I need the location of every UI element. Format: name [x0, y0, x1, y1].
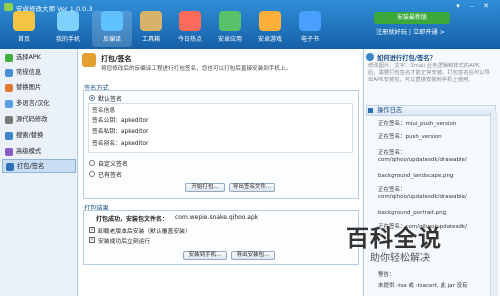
app-logo-icon [4, 3, 13, 11]
radio-existing-sign[interactable] [89, 171, 95, 177]
wrench-icon [101, 11, 123, 31]
start-pack-button[interactable]: 开始打包... [185, 183, 225, 192]
sidebar-item-label: 替换图片 [16, 84, 42, 91]
export-sign-file-button[interactable]: 导出签名文件... [229, 183, 275, 192]
help-title: 如何进行打包/签名？ [377, 55, 436, 62]
toolbar-my-phone[interactable]: 我的手机 [48, 11, 88, 47]
toolbar-android-apps[interactable]: 安卓应用 [210, 11, 250, 47]
question-icon [366, 53, 374, 61]
toolbar-label: 电子书 [300, 36, 319, 43]
install-to-phone-button[interactable]: 安装到手机... [183, 251, 227, 260]
info-icon [5, 69, 13, 77]
log-line: 正在签名：push_version [378, 134, 442, 140]
alias-text: 签名别名：apkeditor [92, 141, 149, 147]
advanced-icon [5, 148, 13, 156]
register-link[interactable]: 注册就好玩 | 立即开通 > [376, 27, 445, 36]
sidebar-item-select-apk[interactable]: 选择APK [2, 51, 76, 65]
existing-sign-label: 已有签名 [98, 172, 123, 179]
default-sign-label: 默认签名 [98, 96, 123, 103]
sidebar-item-label: 打包/签名 [17, 163, 45, 170]
sidebar-item-label: 选择APK [16, 54, 41, 61]
sidebar-item-search-replace[interactable]: 搜索/替换 [2, 129, 76, 143]
radio-custom-sign[interactable] [89, 160, 95, 166]
toolbar-label: 我的手机 [55, 36, 80, 43]
radio-default-sign[interactable] [89, 95, 95, 101]
uninstall-first-label: 卸载老版本后安装（默认覆盖安装） [98, 229, 191, 235]
install-latest-button[interactable]: 安装最新版 [374, 12, 450, 24]
toolbar-hot-today[interactable]: 今日热点 [170, 11, 210, 47]
export-apk-button[interactable]: 导出安装包... [231, 251, 275, 260]
watermark-subtitle: 助你轻松解决 [370, 253, 430, 264]
language-icon [5, 100, 13, 108]
pack-status-text: 打包成功，安装包文件名： [96, 216, 169, 223]
checkbox-uninstall-first[interactable]: ✓ [89, 227, 95, 233]
package-icon [6, 163, 14, 171]
toolbar-home[interactable]: 首页 [4, 11, 44, 47]
toolbar-ebooks[interactable]: 电子书 [290, 11, 330, 47]
sidebar-item-general-info[interactable]: 常规信息 [2, 66, 76, 80]
log-line: 正在签名：com/qihoo/updatesdk/drawable/ [378, 150, 467, 163]
page-title: 打包/签名 [101, 55, 132, 63]
sidebar-item-pack-sign[interactable]: 打包/签名 [2, 159, 76, 173]
toolbar-label: 今日热点 [177, 36, 202, 43]
public-key-text: 签名公钥：apkeditor [92, 118, 149, 124]
log-line: 未提供 -tsa 或 -tsacert, 此 jar 没有 [378, 283, 468, 289]
apk-filename: com.wepie.snake.qihoo.apk [175, 214, 259, 221]
sign-info-title: 签名信息 [92, 108, 116, 114]
package-icon [82, 53, 96, 67]
toolbox-icon [140, 11, 162, 31]
log-line: background_landscape.png [378, 173, 454, 179]
custom-sign-label: 自定义签名 [98, 161, 129, 168]
log-header: 操作日志 [366, 105, 496, 116]
close-icon[interactable]: ✕ [480, 2, 492, 10]
log-line: background_portrait.png [378, 210, 447, 216]
log-icon [368, 108, 373, 113]
log-scrollbar[interactable] [490, 111, 498, 296]
private-key-text: 签名私钥：apkeditor [92, 129, 149, 135]
toolbar-label: 安卓游戏 [257, 36, 282, 43]
sidebar-item-replace-images[interactable]: 替换图片 [2, 81, 76, 95]
log-line: 正在签名：miui_push_version [378, 121, 457, 127]
log-line: 正在签名：com/qihoo/updatesdk/drawable/ [378, 187, 467, 200]
toolbar-label: 安卓应用 [217, 36, 242, 43]
gamepad-icon [259, 11, 281, 31]
page-description: 将您修改后的反编译工程进行打包签名，您也可以打包后直接安装到手机上。 [101, 66, 292, 72]
phone-icon [57, 11, 79, 31]
sidebar-item-label: 多语言/汉化 [16, 100, 50, 107]
fire-icon [179, 11, 201, 31]
toolbar-decompile[interactable]: 反编译 [92, 11, 132, 47]
log-line: 警告： [378, 272, 395, 278]
sidebar-item-label: 高级模式 [16, 148, 42, 155]
sidebar-item-label: 搜索/替换 [16, 132, 44, 139]
toolbar-toolbox[interactable]: 工具箱 [131, 11, 171, 47]
book-icon [299, 11, 321, 31]
code-icon [5, 116, 13, 124]
home-icon [13, 11, 35, 31]
apk-icon [5, 54, 13, 62]
toolbar-label: 工具箱 [141, 36, 160, 43]
watermark-title: 百科全说 [346, 226, 442, 252]
search-icon [5, 132, 13, 140]
sidebar-item-label: 常规信息 [16, 69, 42, 76]
help-text: 修改图片、文字、Smali 业务逻辑和样式的APK后，需要打包签名才能正常安装。… [368, 63, 490, 83]
image-icon [5, 84, 13, 92]
toolbar-label: 首页 [17, 36, 30, 43]
android-icon [219, 11, 241, 31]
sidebar-item-localization[interactable]: 多语言/汉化 [2, 97, 76, 111]
menu-icon[interactable]: ▾ [452, 2, 464, 10]
sidebar-item-advanced[interactable]: 高级模式 [2, 145, 76, 159]
checkbox-run-after-install[interactable]: ✓ [89, 237, 95, 243]
log-title: 操作日志 [377, 107, 403, 114]
minimize-icon[interactable]: – [466, 2, 478, 10]
toolbar-label: 反编译 [102, 36, 121, 43]
run-after-install-label: 安装成功后立刻运行 [98, 239, 151, 245]
sidebar-item-source-edit[interactable]: 源代码修改 [2, 113, 76, 127]
toolbar-android-games[interactable]: 安卓游戏 [250, 11, 290, 47]
sidebar-item-label: 源代码修改 [16, 116, 48, 123]
